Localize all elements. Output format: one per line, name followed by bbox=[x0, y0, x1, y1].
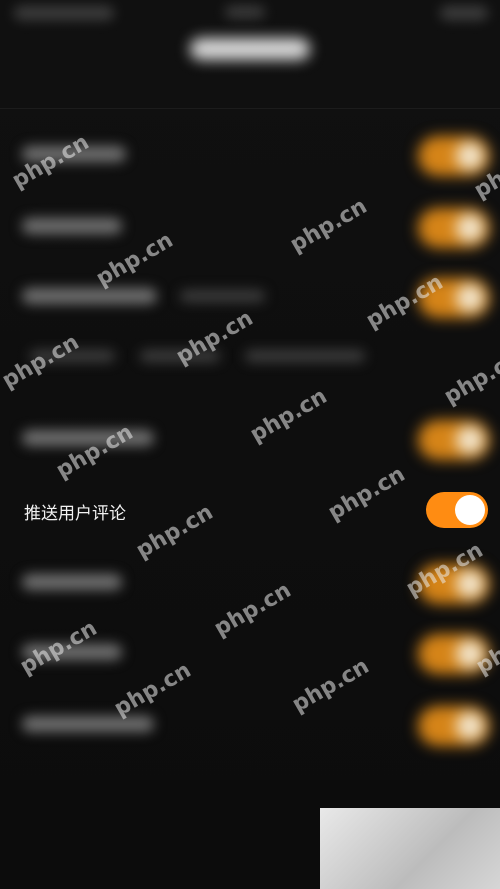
setting-row-7-toggle[interactable] bbox=[418, 634, 490, 674]
settings-screen: 推送用户评论 php.cn php.cn php.cn php.cn php.c… bbox=[0, 0, 500, 889]
setting-row-3-toggle[interactable] bbox=[418, 278, 490, 318]
status-bar bbox=[0, 0, 500, 30]
setting-row-8-label-blur bbox=[22, 716, 154, 732]
setting-label-push-comments: 推送用户评论 bbox=[24, 504, 126, 524]
page-title-blur bbox=[190, 38, 310, 60]
setting-row-6-label-blur bbox=[22, 574, 122, 590]
status-bar-left-blur bbox=[14, 6, 114, 20]
setting-row-4[interactable] bbox=[0, 408, 500, 468]
header-divider bbox=[0, 108, 500, 109]
setting-row-3[interactable] bbox=[0, 266, 500, 326]
setting-row-4-toggle[interactable] bbox=[418, 420, 490, 460]
setting-row-6[interactable] bbox=[0, 552, 500, 612]
status-bar-time-blur bbox=[225, 6, 265, 18]
setting-row-1-label-blur bbox=[22, 146, 126, 162]
sub-option-1-blur[interactable] bbox=[30, 350, 115, 362]
setting-row-2[interactable] bbox=[0, 196, 500, 256]
setting-row-3-sub-blur bbox=[180, 290, 265, 302]
watermark: php.cn bbox=[440, 345, 500, 410]
setting-row-2-label-blur bbox=[22, 218, 122, 234]
setting-row-1[interactable] bbox=[0, 124, 500, 184]
push-comments-toggle[interactable] bbox=[426, 492, 488, 528]
setting-row-1-toggle[interactable] bbox=[418, 136, 490, 176]
setting-row-push-comments[interactable]: 推送用户评论 bbox=[0, 482, 500, 542]
setting-row-2-toggle[interactable] bbox=[418, 208, 490, 248]
setting-row-4-label-blur bbox=[22, 430, 154, 446]
status-bar-icons-blur bbox=[440, 6, 488, 20]
setting-row-8[interactable] bbox=[0, 694, 500, 754]
setting-row-8-toggle[interactable] bbox=[418, 706, 490, 746]
setting-row-6-toggle[interactable] bbox=[418, 564, 490, 604]
corner-image-blur bbox=[320, 808, 500, 889]
sub-option-3-blur[interactable] bbox=[245, 350, 365, 362]
setting-row-7[interactable] bbox=[0, 622, 500, 682]
toggle-knob bbox=[455, 495, 485, 525]
setting-row-3-label-blur bbox=[22, 288, 157, 304]
setting-row-7-label-blur bbox=[22, 644, 122, 660]
sub-option-2-blur[interactable] bbox=[140, 350, 220, 362]
